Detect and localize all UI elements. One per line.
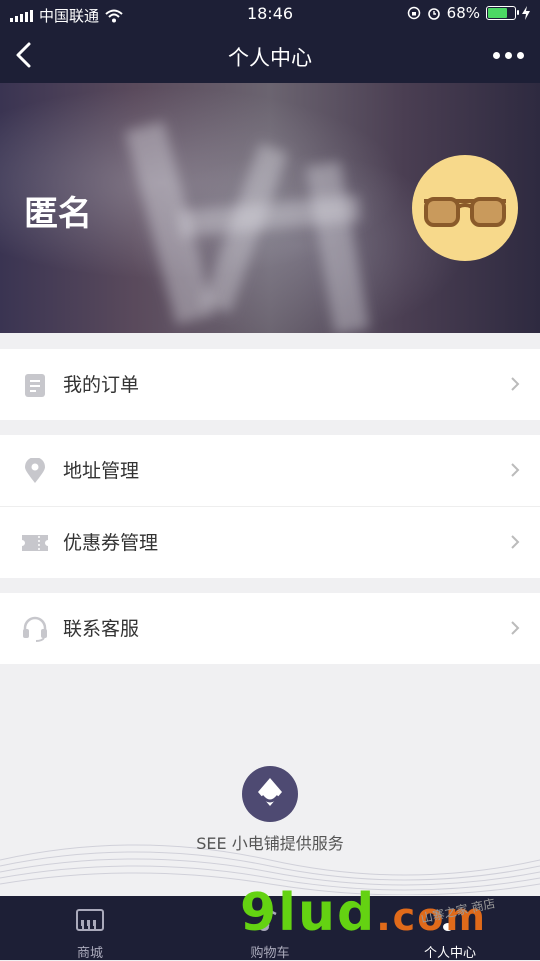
tab-label: 购物车 <box>250 946 290 961</box>
chevron-right-icon <box>511 377 520 391</box>
status-bar: 中国联通 18:46 68% <box>0 0 540 28</box>
menu-group-support: 联系客服 <box>0 593 540 664</box>
battery-percent: 68% <box>446 4 480 22</box>
see-logo-icon[interactable] <box>242 766 298 822</box>
sunglasses-avatar-icon <box>424 197 506 227</box>
status-right: 68% <box>407 4 530 22</box>
watermark-text: 9lud <box>240 883 377 943</box>
nav-bar: 个人中心 <box>0 28 540 83</box>
menu-label: 优惠券管理 <box>63 532 159 554</box>
rotation-lock-icon <box>407 6 420 20</box>
tab-label: 个人中心 <box>423 946 476 961</box>
profile-name: 匿名 <box>24 194 92 234</box>
menu-group-orders: 我的订单 <box>0 349 540 420</box>
provider-footer: SEE 小电铺提供服务 <box>0 766 540 854</box>
menu-item-address[interactable]: 地址管理 <box>0 435 540 506</box>
headset-icon <box>23 616 47 642</box>
menu-label: 地址管理 <box>63 460 140 482</box>
order-list-icon <box>25 374 45 397</box>
charging-icon <box>522 6 530 20</box>
menu-label: 我的订单 <box>63 374 140 396</box>
chevron-right-icon <box>511 621 520 635</box>
chevron-right-icon <box>511 463 520 477</box>
chevron-right-icon <box>511 535 520 549</box>
avatar[interactable] <box>412 155 518 261</box>
battery-icon <box>486 6 519 20</box>
profile-banner: 匿名 <box>0 83 540 333</box>
menu-item-my-orders[interactable]: 我的订单 <box>0 349 540 420</box>
location-pin-icon <box>25 458 45 483</box>
alarm-icon <box>427 8 440 20</box>
menu-label: 联系客服 <box>63 618 140 640</box>
tab-mall[interactable]: 商城 <box>0 896 180 961</box>
menu-item-coupons[interactable]: 优惠券管理 <box>0 506 540 578</box>
menu-item-customer-service[interactable]: 联系客服 <box>0 593 540 664</box>
provider-text: SEE 小电铺提供服务 <box>196 834 344 853</box>
more-dots-icon[interactable] <box>493 52 524 59</box>
menu-group-management: 地址管理 优惠券管理 <box>0 435 540 578</box>
piano-icon <box>76 909 104 931</box>
page-title: 个人中心 <box>228 46 312 70</box>
tab-label: 商城 <box>76 946 103 961</box>
coupon-icon <box>22 535 48 551</box>
